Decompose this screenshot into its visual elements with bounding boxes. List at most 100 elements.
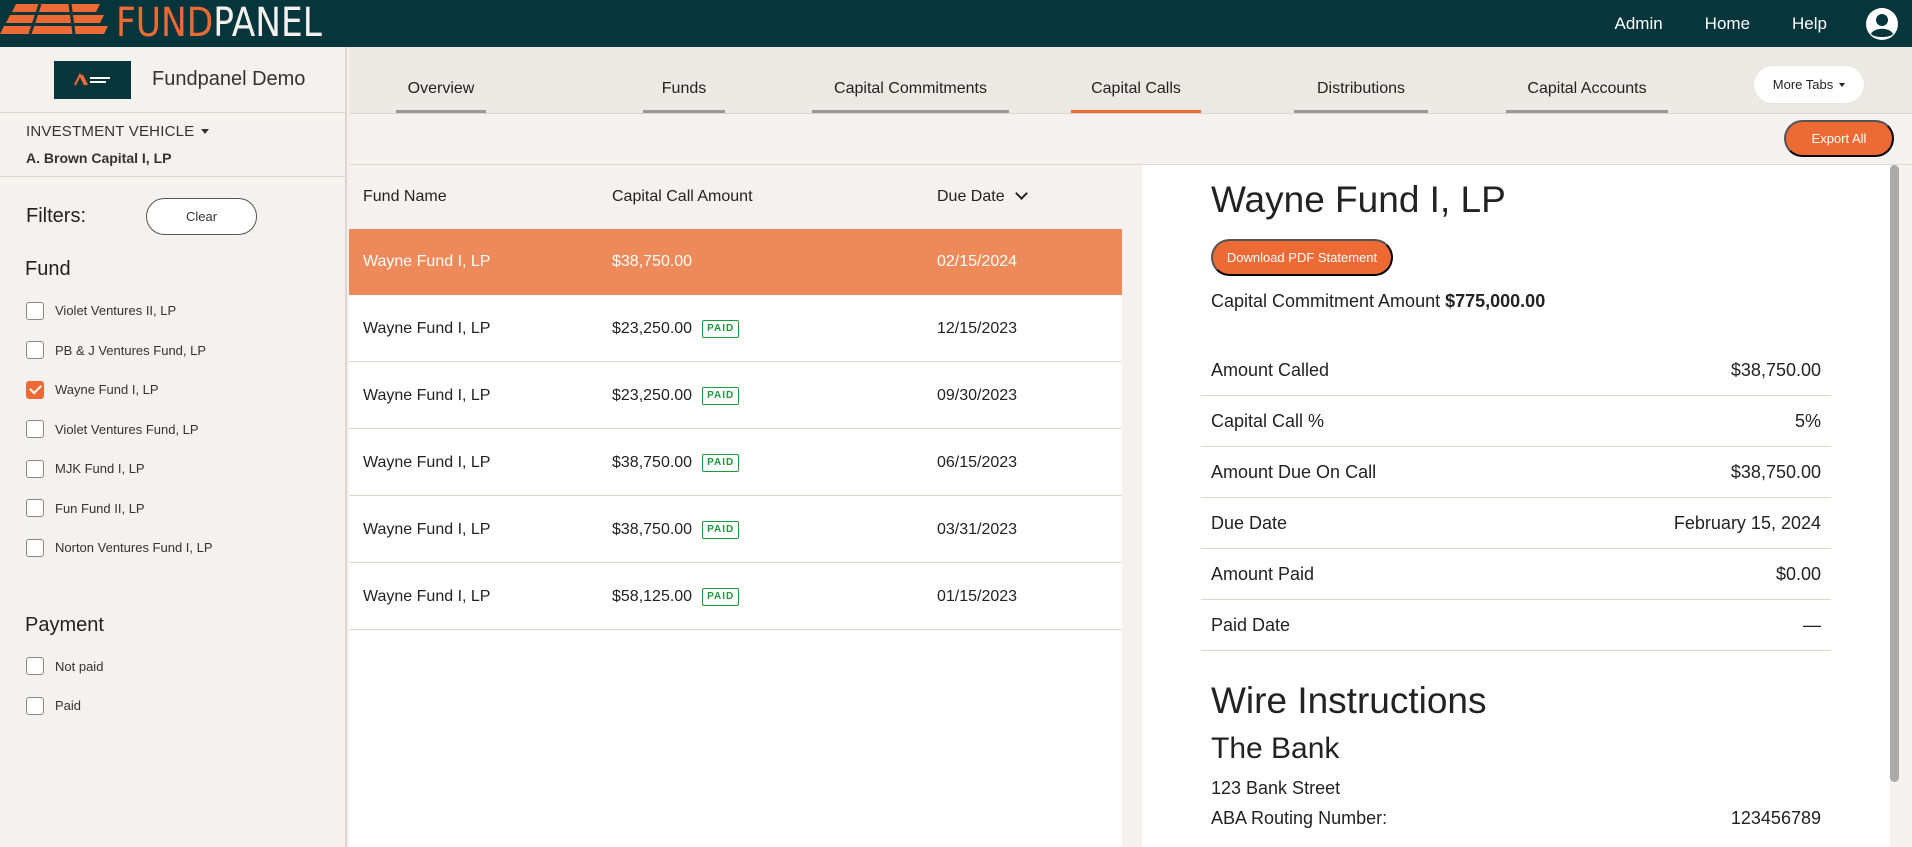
table-row[interactable]: Wayne Fund I, LP $38,750.00 PAID 03/31/2023 <box>349 496 1122 563</box>
checkbox-icon[interactable] <box>26 499 44 518</box>
checkbox-icon[interactable] <box>26 341 44 360</box>
checkbox-icon[interactable] <box>26 301 44 320</box>
sidebar: Fundpanel Demo INVESTMENT VEHICLE A. Bro… <box>0 47 347 847</box>
filters-header: Filters: Clear <box>0 177 345 235</box>
detail-field-value: $38,750.00 <box>1730 359 1821 380</box>
tab-capital-calls[interactable]: Capital Calls <box>1071 47 1201 113</box>
clear-filters-button[interactable]: Clear <box>146 198 257 235</box>
fund-filter-list: Violet Ventures II, LP PB & J Ventures Fu… <box>0 291 345 568</box>
amount-value: $23,250.00 <box>612 320 693 337</box>
cell-fund-name: Wayne Fund I, LP <box>363 320 491 337</box>
fund-filter-option[interactable]: MJK Fund I, LP <box>0 449 345 489</box>
payment-filter-label: Paid <box>55 698 82 714</box>
paid-status-badge: PAID <box>702 319 740 338</box>
table-row[interactable]: Wayne Fund I, LP $23,250.00 PAID 09/30/2023 <box>349 362 1122 429</box>
amount-value: $23,250.00 <box>612 387 693 404</box>
fund-filter-option[interactable]: Violet Ventures II, LP <box>0 291 345 331</box>
caret-down-icon <box>201 129 210 134</box>
logo-mark-icon <box>0 3 108 35</box>
table-row[interactable]: Wayne Fund I, LP $38,750.00 PAID 06/15/2023 <box>349 429 1122 496</box>
fund-filter-label: Violet Ventures II, LP <box>55 303 177 319</box>
table-row[interactable]: Wayne Fund I, LP $58,125.00 PAID 01/15/2023 <box>349 563 1122 630</box>
nav-admin-link[interactable]: Admin <box>1614 14 1662 34</box>
user-circle-icon[interactable] <box>1865 7 1899 41</box>
tab-bar: Overview Funds Capital Commitments Capit… <box>349 47 1912 113</box>
column-header-due-date[interactable]: Due Date <box>937 187 1028 206</box>
amount-value: $38,750.00 <box>612 253 693 270</box>
cell-capital-call-amount: $23,250.00 PAID <box>612 362 740 429</box>
action-bar: Export All <box>349 113 1912 165</box>
detail-scrollbar-thumb[interactable] <box>1890 165 1899 782</box>
checkbox-icon[interactable] <box>26 420 44 439</box>
detail-field-value: 5% <box>1794 410 1821 431</box>
tab-overview[interactable]: Overview <box>396 47 486 113</box>
tab-distributions[interactable]: Distributions <box>1294 47 1428 113</box>
fund-filter-option[interactable]: Norton Ventures Fund I, LP <box>0 528 345 568</box>
cell-capital-call-amount: $38,750.00 <box>612 229 692 295</box>
wire-instructions-title: Wire Instructions <box>1211 680 1487 721</box>
fundpanel-logo[interactable]: FUNDPANEL <box>0 0 355 47</box>
fund-filter-option[interactable]: PB & J Ventures Fund, LP <box>0 331 345 371</box>
tab-capital-commitments[interactable]: Capital Commitments <box>812 47 1009 113</box>
aba-routing-row: ABA Routing Number: 123456789 <box>1211 808 1821 829</box>
investment-vehicle-dropdown[interactable]: INVESTMENT VEHICLE <box>26 123 345 140</box>
cell-due-date: 02/15/2024 <box>937 253 1018 270</box>
more-tabs-dropdown[interactable]: More Tabs <box>1754 66 1864 103</box>
sort-descending-icon <box>1014 187 1028 200</box>
detail-field-value: — <box>1803 614 1821 635</box>
cell-due-date: 01/15/2023 <box>937 588 1018 605</box>
checkbox-checked-icon[interactable] <box>26 380 44 399</box>
cell-capital-call-amount: $38,750.00 PAID <box>612 496 740 563</box>
paid-status-badge: PAID <box>702 453 740 472</box>
cell-due-date: 06/15/2023 <box>937 454 1018 471</box>
nav-home-link[interactable]: Home <box>1705 14 1750 34</box>
amount-value: $38,750.00 <box>612 521 693 538</box>
org-logo <box>54 60 131 99</box>
cell-fund-name: Wayne Fund I, LP <box>363 454 491 471</box>
detail-field-label: Amount Paid <box>1211 563 1315 584</box>
checkbox-icon[interactable] <box>26 696 44 715</box>
cell-fund-name: Wayne Fund I, LP <box>363 588 491 605</box>
investment-vehicle-selector[interactable]: INVESTMENT VEHICLE A. Brown Capital I, L… <box>0 113 345 177</box>
payment-filter-option[interactable]: Not paid <box>0 647 345 687</box>
export-all-button[interactable]: Export All <box>1784 120 1894 157</box>
top-nav-links: Admin Home Help <box>1614 0 1912 47</box>
detail-field-row: Capital Call % 5% <box>1201 396 1831 447</box>
checkbox-icon[interactable] <box>26 459 44 478</box>
column-header-capital-call-amount[interactable]: Capital Call Amount <box>612 188 753 206</box>
bank-name: The Bank <box>1211 732 1340 765</box>
table-row[interactable]: Wayne Fund I, LP $23,250.00 PAID 12/15/2023 <box>349 295 1122 362</box>
table-header: Fund Name Capital Call Amount Due Date <box>349 165 1122 229</box>
detail-title: Wayne Fund I, LP <box>1211 179 1506 220</box>
cell-capital-call-amount: $58,125.00 PAID <box>612 563 740 630</box>
cell-due-date: 12/15/2023 <box>937 320 1018 337</box>
detail-field-value: February 15, 2024 <box>1673 512 1821 533</box>
tab-capital-accounts[interactable]: Capital Accounts <box>1506 47 1668 113</box>
table-row[interactable]: Wayne Fund I, LP $38,750.00 02/15/2024 <box>349 229 1122 295</box>
amount-value: $38,750.00 <box>612 454 693 471</box>
payment-filter-label: Not paid <box>55 658 104 674</box>
org-name: Fundpanel Demo <box>152 68 306 90</box>
fund-filter-label: Wayne Fund I, LP <box>55 382 159 398</box>
payment-filter-list: Not paid Paid <box>0 647 345 726</box>
cell-fund-name: Wayne Fund I, LP <box>363 521 491 538</box>
fund-filter-option[interactable]: Wayne Fund I, LP <box>0 370 345 410</box>
column-header-fund-name[interactable]: Fund Name <box>363 188 447 206</box>
investment-vehicle-value: A. Brown Capital I, LP <box>26 150 172 166</box>
checkbox-icon[interactable] <box>26 657 44 676</box>
fund-filter-option[interactable]: Violet Ventures Fund, LP <box>0 410 345 450</box>
tab-funds[interactable]: Funds <box>643 47 725 113</box>
table-body: Wayne Fund I, LP $38,750.00 02/15/2024 Wayn… <box>349 229 1122 630</box>
capital-commitment-value: $775,000.00 <box>1445 291 1546 311</box>
download-pdf-button[interactable]: Download PDF Statement <box>1211 239 1393 276</box>
checkbox-icon[interactable] <box>26 538 44 557</box>
fund-filter-label: Norton Ventures Fund I, LP <box>55 540 213 556</box>
payment-filter-title: Payment <box>25 613 104 636</box>
payment-filter-option[interactable]: Paid <box>0 686 345 726</box>
amount-value: $58,125.00 <box>612 588 693 605</box>
fund-filter-option[interactable]: Fun Fund II, LP <box>0 489 345 529</box>
nav-help-link[interactable]: Help <box>1792 14 1827 34</box>
detail-field-row: Amount Paid $0.00 <box>1201 549 1831 600</box>
detail-field-value: $38,750.00 <box>1730 461 1821 482</box>
detail-field-label: Amount Due On Call <box>1211 461 1377 482</box>
